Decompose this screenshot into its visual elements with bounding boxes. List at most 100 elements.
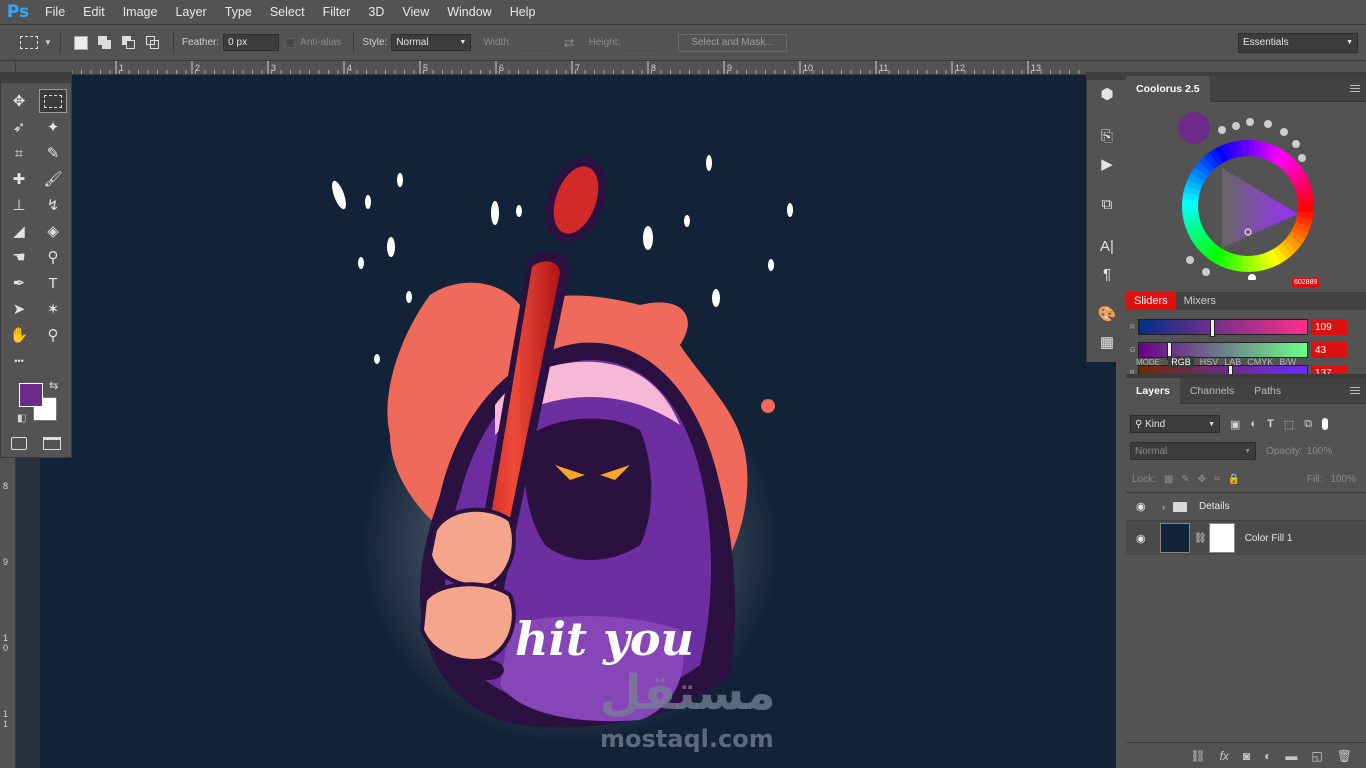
dodge-tool[interactable]: ⚲ [39,245,67,269]
select-and-mask-button[interactable]: Select and Mask... [678,33,787,52]
menu-type[interactable]: Type [216,0,261,25]
bucket-tool[interactable]: ◈ [39,219,67,243]
tab-mixers[interactable]: Mixers [1176,292,1224,310]
lock-brush-icon[interactable]: ✎ [1181,474,1189,485]
link-icon[interactable]: ⛓ [1190,749,1205,763]
path-select-tool[interactable]: ➤ [5,297,33,321]
lock-transparent-icon[interactable]: ▩ [1164,474,1173,485]
new-selection-icon[interactable] [73,35,88,50]
slider-g-value[interactable]: 43 [1311,342,1347,358]
menu-layer[interactable]: Layer [166,0,215,25]
slider-r-value[interactable]: 109 [1311,319,1347,335]
feather-input[interactable]: 0 px [223,34,280,51]
swap-dimensions-icon[interactable]: ⇄ [564,35,575,51]
preset-dot[interactable] [1218,126,1226,134]
panel-menu-icon[interactable] [1350,85,1360,92]
color-wheel[interactable] [1126,110,1366,280]
panel-menu-icon[interactable] [1350,387,1360,394]
history-brush-tool[interactable]: ↯ [39,193,67,217]
blur-tool[interactable]: ☚ [5,245,33,269]
intersect-selection-icon[interactable] [145,35,160,50]
menu-image[interactable]: Image [114,0,167,25]
hand-tool[interactable]: ✋ [5,323,33,347]
kind-filter-select[interactable]: ⚲ Kind ▼ [1130,415,1220,433]
preset-dot[interactable] [1202,268,1210,276]
screen-mode-icon[interactable] [43,437,61,450]
strip-collapse-handle[interactable] [1087,72,1126,80]
height-input[interactable] [624,34,661,51]
adjustment-icon[interactable]: ◐ [1264,749,1271,763]
saturation-triangle[interactable] [1222,168,1298,248]
swap-colors-icon[interactable]: ⇆ [49,379,58,392]
lock-all-icon[interactable]: 🔒 [1228,474,1240,485]
menu-window[interactable]: Window [438,0,500,25]
preset-dot[interactable] [1280,128,1288,136]
type-tool[interactable]: T [39,271,67,295]
folder-icon[interactable]: ▬ [1285,749,1297,763]
marquee-tool[interactable] [39,89,67,113]
menu-file[interactable]: File [36,0,74,25]
antialias-checkbox[interactable] [285,37,296,48]
filter-shape-icon[interactable]: ⬚ [1284,418,1294,431]
tab-sliders[interactable]: Sliders [1126,292,1176,310]
mode-rgb[interactable]: RGB [1168,356,1194,368]
menu-select[interactable]: Select [261,0,314,25]
marquee-preset-icon[interactable] [20,36,38,49]
new-layer-icon[interactable]: ◱ [1311,749,1322,763]
default-colors-icon[interactable]: ◧ [17,413,26,424]
quick-mask-icon[interactable] [11,437,27,450]
eye-icon[interactable]: ◉ [1136,500,1150,513]
blend-mode-select[interactable]: Normal ▼ [1130,442,1256,460]
layer-row-color-fill[interactable]: ◉ ⛓ Color Fill 1 [1126,521,1366,555]
link-icon[interactable]: ⛓ [1194,533,1207,544]
preset-dot[interactable] [1232,122,1240,130]
add-selection-icon[interactable] [97,35,112,50]
preset-dot[interactable] [1186,256,1194,264]
mode-cmyk[interactable]: CMYK [1247,357,1273,367]
filter-smart-icon[interactable]: ⧉ [1304,418,1312,431]
layer-name[interactable]: Details [1199,501,1230,512]
character-icon[interactable]: A| [1095,234,1119,258]
filter-adjustment-icon[interactable]: ◐ [1250,418,1257,430]
mask-icon[interactable]: ◙ [1243,749,1250,763]
workspace-select[interactable]: Essentials ▼ [1238,32,1358,53]
tab-channels[interactable]: Channels [1180,378,1244,404]
preset-dot[interactable] [1292,140,1300,148]
properties-icon[interactable]: ⧉ [1095,192,1119,216]
3d-cube-icon[interactable]: ⬢ [1095,82,1119,106]
lock-artboard-icon[interactable]: ⌗ [1214,474,1220,485]
layer-name[interactable]: Color Fill 1 [1245,533,1293,544]
chevron-down-icon[interactable]: ▼ [44,38,52,47]
menu-filter[interactable]: Filter [314,0,360,25]
filter-pixel-icon[interactable]: ▣ [1230,418,1240,431]
style-select[interactable]: Normal ▼ [391,34,472,51]
paragraph-icon[interactable]: ¶ [1095,262,1119,286]
opacity-value[interactable]: 100% [1307,446,1333,457]
preset-dot[interactable] [1264,120,1272,128]
preset-dot[interactable] [1246,118,1254,126]
fx-icon[interactable]: fx [1220,749,1229,763]
eyedropper-tool[interactable]: ✎ [39,141,67,165]
stamp-tool[interactable]: ⊥ [5,193,33,217]
grid-icon[interactable]: ▦ [1095,330,1119,354]
filter-toggle-icon[interactable] [1322,418,1329,430]
pen-tool[interactable]: ✒ [5,271,33,295]
trash-icon[interactable]: 🗑 [1337,749,1352,763]
zoom-tool[interactable]: ⚲ [39,323,67,347]
filter-type-icon[interactable]: T [1267,418,1274,430]
layer-row-details[interactable]: ◉ › Details [1126,493,1366,521]
menu-help[interactable]: Help [501,0,545,25]
mode-bw[interactable]: B/W [1279,357,1296,367]
hex-badge[interactable]: 602889 [1292,278,1320,287]
play-action-icon[interactable]: ▶ [1095,152,1119,176]
document-canvas[interactable]: hit you مستقل mostaql.com [40,75,1116,768]
tab-coolorus[interactable]: Coolorus 2.5 [1126,75,1210,102]
lasso-tool[interactable]: ➶ [5,115,33,139]
history-icon[interactable]: ⎘ [1095,124,1119,148]
magic-wand-tool[interactable]: ✦ [39,115,67,139]
brush-tool[interactable]: 🖌 [39,167,67,191]
fill-value[interactable]: 100% [1330,474,1356,485]
shape-tool[interactable]: ✶ [39,297,67,321]
menu-3d[interactable]: 3D [359,0,393,25]
tab-paths[interactable]: Paths [1244,378,1291,404]
